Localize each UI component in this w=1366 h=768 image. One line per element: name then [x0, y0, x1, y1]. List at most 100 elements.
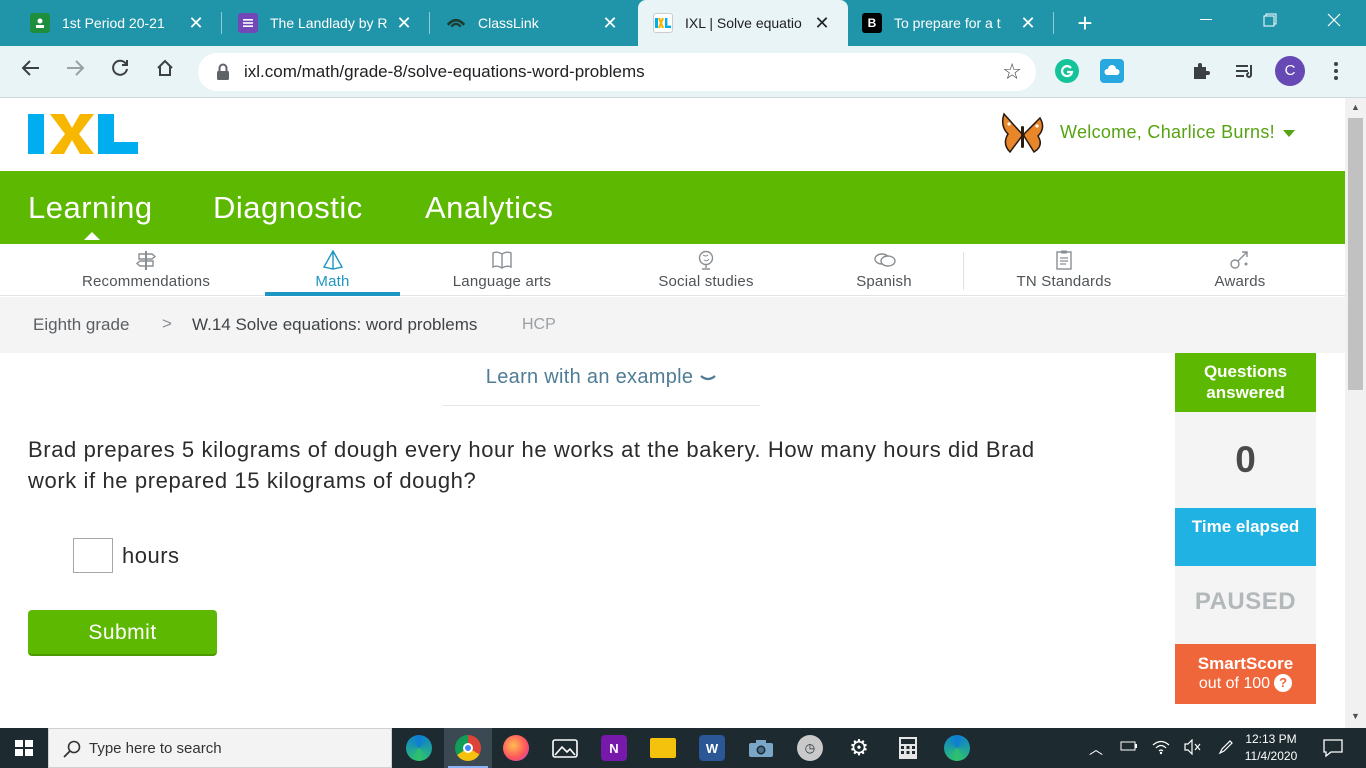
welcome-text: Welcome, Charlice Burns!	[1060, 122, 1275, 142]
butterfly-avatar[interactable]	[1000, 112, 1046, 156]
browser-tab-landlady[interactable]: The Landlady by R ✕	[222, 0, 430, 46]
forward-arrow-icon[interactable]	[61, 58, 89, 86]
firefox-icon	[503, 735, 529, 761]
close-window-icon[interactable]	[1302, 0, 1366, 40]
subject-tab-awards[interactable]: Awards	[1195, 244, 1285, 296]
windows-start-icon[interactable]	[0, 728, 48, 768]
onenote-icon: N	[601, 735, 627, 761]
media-playlist-icon[interactable]	[1233, 59, 1257, 83]
submit-button[interactable]: Submit	[28, 610, 217, 656]
taskbar-camera[interactable]	[737, 728, 785, 768]
chrome-menu-icon[interactable]	[1324, 59, 1348, 83]
taskbar-edge[interactable]	[395, 728, 443, 768]
taskbar-word[interactable]: W	[688, 728, 736, 768]
extensions-puzzle-icon[interactable]	[1189, 59, 1213, 83]
subject-tab-social-studies[interactable]: Social studies	[636, 244, 776, 296]
grammarly-icon[interactable]	[1055, 59, 1079, 83]
subject-tabs: Recommendations Math Language arts Socia…	[0, 244, 1345, 296]
taskbar-edge-2[interactable]	[933, 728, 981, 768]
chrome-icon	[455, 735, 481, 761]
learn-with-example-link[interactable]: Learn with an example	[443, 366, 760, 406]
taskbar-photos[interactable]	[541, 728, 589, 768]
welcome-user-menu[interactable]: Welcome, Charlice Burns!	[1060, 122, 1295, 143]
close-tab-icon[interactable]: ✕	[394, 13, 414, 33]
taskbar-calculator[interactable]	[884, 728, 932, 768]
new-tab-button[interactable]: +	[1072, 10, 1098, 36]
answer-unit-label: hours	[122, 543, 180, 568]
reload-icon[interactable]	[106, 58, 134, 86]
subject-tab-language-arts[interactable]: Language arts	[432, 244, 572, 296]
subject-tab-spanish[interactable]: Spanish	[834, 244, 934, 296]
minimize-icon[interactable]	[1174, 0, 1238, 40]
clock-time: 12:13 PM	[1245, 732, 1297, 746]
subject-tab-math[interactable]: Math	[265, 244, 400, 296]
ixl-logo[interactable]	[28, 114, 138, 154]
browser-tab-ixl[interactable]: IXL | Solve equatio ✕	[638, 0, 848, 46]
folder-icon	[650, 738, 676, 758]
ixl-icon	[653, 13, 673, 33]
learn-link-text: Learn with an example	[485, 366, 694, 388]
search-placeholder: Type here to search	[89, 740, 222, 757]
notification-center-icon[interactable]	[1322, 738, 1344, 758]
restore-icon[interactable]	[1238, 0, 1302, 40]
browser-tab-classroom[interactable]: 1st Period 20-21 ✕	[0, 0, 222, 46]
close-tab-icon[interactable]: ✕	[1018, 13, 1038, 33]
scroll-up-arrow-icon[interactable]: ▲	[1350, 102, 1361, 112]
pen-icon[interactable]	[1218, 739, 1234, 758]
edge-icon	[406, 735, 432, 761]
cloud-extension-icon[interactable]	[1100, 59, 1124, 83]
taskbar-file-explorer[interactable]	[639, 728, 687, 768]
volume-muted-icon[interactable]	[1184, 738, 1202, 758]
help-question-icon[interactable]: ?	[1274, 674, 1293, 692]
answer-input[interactable]	[73, 538, 113, 573]
calculator-icon	[895, 735, 921, 761]
smartscore-label: SmartScore	[1197, 654, 1294, 673]
taskbar-settings[interactable]: ⚙	[835, 728, 883, 768]
questions-answered-label: Questions answered	[1175, 353, 1316, 412]
browser-tab-strip: 1st Period 20-21 ✕ The Landlady by R ✕ C…	[0, 0, 1366, 46]
photos-icon	[552, 735, 578, 761]
address-bar[interactable]: ixl.com/math/grade-8/solve-equations-wor…	[198, 53, 1036, 91]
close-tab-icon[interactable]: ✕	[186, 13, 206, 33]
system-clock[interactable]: 12:13 PM 11/4/2020	[1236, 731, 1306, 765]
taskbar-chrome[interactable]	[444, 728, 492, 768]
tab-title: The Landlady by R	[270, 15, 388, 31]
subject-label: Recommendations	[81, 273, 211, 290]
close-tab-icon[interactable]: ✕	[600, 13, 620, 33]
subject-label: Spanish	[856, 273, 912, 290]
smartscore-panel: SmartScore out of 100?	[1175, 644, 1316, 704]
tab-diagnostic[interactable]: Diagnostic	[213, 171, 363, 244]
wifi-icon[interactable]	[1152, 739, 1170, 758]
taskbar-alarms[interactable]: ◷	[786, 728, 834, 768]
home-icon[interactable]	[151, 58, 179, 86]
google-classroom-icon	[30, 13, 50, 33]
battery-icon[interactable]	[1120, 739, 1138, 755]
subject-tab-recommendations[interactable]: Recommendations	[60, 244, 232, 296]
taskbar-firefox[interactable]	[492, 728, 540, 768]
tab-title: To prepare for a t	[894, 15, 1001, 31]
chevron-up-icon[interactable]: ︿	[1089, 739, 1103, 759]
scrollbar-thumb[interactable]	[1348, 118, 1363, 390]
browser-tab-brainly[interactable]: B To prepare for a t ✕	[848, 0, 1054, 46]
signpost-icon	[135, 250, 157, 270]
breadcrumb-tag: HCP	[522, 316, 556, 333]
tab-title: ClassLink	[478, 15, 539, 31]
gear-icon: ⚙	[849, 735, 869, 760]
taskbar-onenote[interactable]: N	[590, 728, 638, 768]
back-arrow-icon[interactable]	[17, 58, 45, 86]
breadcrumb-grade[interactable]: Eighth grade	[33, 315, 129, 335]
scroll-down-arrow-icon[interactable]: ▼	[1350, 711, 1361, 721]
bookmark-star-icon[interactable]: ☆	[1002, 60, 1022, 84]
browser-tab-classlink[interactable]: ClassLink ✕	[430, 0, 636, 46]
clipboard-icon	[1053, 250, 1075, 270]
chevron-down-icon	[699, 366, 717, 388]
profile-avatar[interactable]: C	[1275, 56, 1305, 86]
tab-title: 1st Period 20-21	[62, 15, 165, 31]
lock-icon	[216, 63, 230, 81]
close-tab-icon[interactable]: ✕	[812, 13, 832, 33]
page-scrollbar[interactable]: ▲ ▼	[1345, 98, 1366, 728]
taskbar-search-box[interactable]: Type here to search	[48, 728, 392, 768]
time-elapsed-label: Time elapsed	[1175, 508, 1316, 566]
tab-analytics[interactable]: Analytics	[425, 171, 554, 244]
subject-tab-tn-standards[interactable]: TN Standards	[994, 244, 1134, 296]
